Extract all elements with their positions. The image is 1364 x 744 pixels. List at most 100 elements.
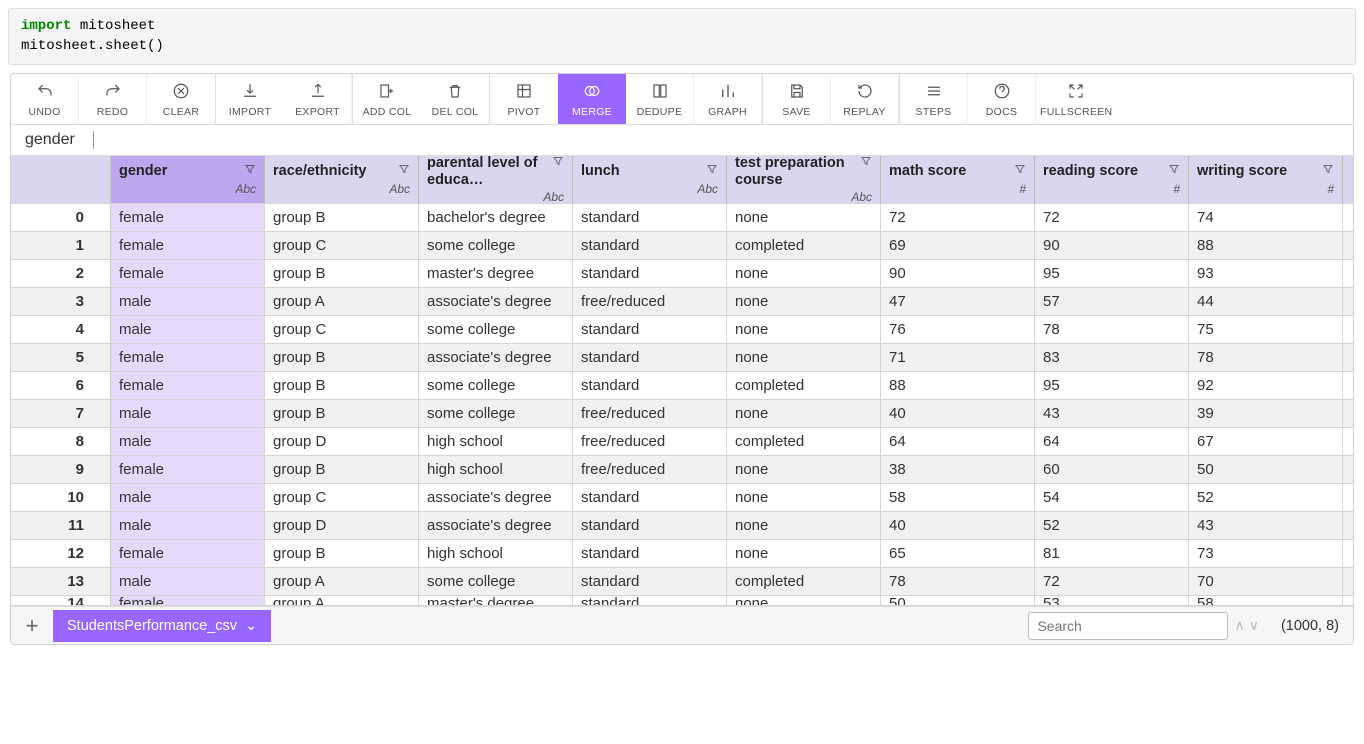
cell[interactable]: standard (573, 484, 727, 511)
undo-button[interactable]: UNDO (11, 74, 79, 124)
row-index[interactable]: 4 (11, 316, 111, 343)
search-prev-button[interactable]: ∧ (1234, 617, 1244, 634)
cell[interactable]: 44 (1189, 288, 1343, 315)
search-next-button[interactable]: ∨ (1249, 617, 1259, 634)
cell[interactable]: none (727, 596, 881, 605)
cell[interactable]: standard (573, 568, 727, 595)
cell[interactable]: associate's degree (419, 484, 573, 511)
cell[interactable]: 50 (1189, 456, 1343, 483)
filter-icon[interactable] (1322, 163, 1334, 175)
cell[interactable]: 83 (1035, 344, 1189, 371)
cell[interactable]: group C (265, 316, 419, 343)
cell[interactable]: high school (419, 540, 573, 567)
cell[interactable]: 93 (1189, 260, 1343, 287)
fullscreen-button[interactable]: FULLSCREEN (1036, 74, 1116, 124)
cell[interactable]: 43 (1035, 400, 1189, 427)
cell[interactable]: standard (573, 372, 727, 399)
cell[interactable]: group D (265, 512, 419, 539)
steps-button[interactable]: STEPS (900, 74, 968, 124)
row-index[interactable]: 13 (11, 568, 111, 595)
cell[interactable]: none (727, 456, 881, 483)
export-button[interactable]: EXPORT (284, 74, 352, 124)
merge-button[interactable]: MERGE (558, 74, 626, 124)
cell[interactable]: male (111, 484, 265, 511)
cell[interactable]: none (727, 484, 881, 511)
row-index[interactable]: 1 (11, 232, 111, 259)
cell[interactable]: 52 (1035, 512, 1189, 539)
filter-icon[interactable] (1168, 163, 1180, 175)
cell[interactable]: 64 (1035, 428, 1189, 455)
add-sheet-button[interactable]: + (11, 613, 53, 639)
cell[interactable]: none (727, 288, 881, 315)
cell[interactable]: 90 (1035, 232, 1189, 259)
cell[interactable]: group C (265, 232, 419, 259)
filter-icon[interactable] (398, 163, 410, 175)
cell[interactable]: standard (573, 596, 727, 605)
cell[interactable]: free/reduced (573, 400, 727, 427)
cell[interactable]: 38 (881, 456, 1035, 483)
cell[interactable]: some college (419, 372, 573, 399)
formula-input[interactable] (94, 132, 1339, 149)
cell[interactable]: 72 (1035, 568, 1189, 595)
cell[interactable]: group D (265, 428, 419, 455)
cell[interactable]: free/reduced (573, 428, 727, 455)
cell[interactable]: group A (265, 568, 419, 595)
cell[interactable]: group B (265, 204, 419, 231)
cell[interactable]: 76 (881, 316, 1035, 343)
cell[interactable]: 52 (1189, 484, 1343, 511)
cell[interactable]: none (727, 540, 881, 567)
row-index[interactable]: 6 (11, 372, 111, 399)
cell[interactable]: group B (265, 400, 419, 427)
formula-bar[interactable]: gender (11, 125, 1353, 156)
column-header[interactable]: lunchAbc (573, 156, 727, 203)
sheet-tab[interactable]: StudentsPerformance_csv ⌄ (53, 610, 271, 642)
cell[interactable]: 70 (1189, 568, 1343, 595)
cell[interactable]: 58 (1189, 596, 1343, 605)
docs-button[interactable]: DOCS (968, 74, 1036, 124)
cell[interactable]: female (111, 232, 265, 259)
column-header[interactable]: reading score# (1035, 156, 1189, 203)
row-index[interactable]: 11 (11, 512, 111, 539)
cell[interactable]: 73 (1189, 540, 1343, 567)
search-box[interactable] (1028, 612, 1228, 640)
cell[interactable]: 53 (1035, 596, 1189, 605)
cell[interactable]: standard (573, 232, 727, 259)
cell[interactable]: some college (419, 316, 573, 343)
row-index[interactable]: 10 (11, 484, 111, 511)
cell[interactable]: bachelor's degree (419, 204, 573, 231)
cell[interactable]: high school (419, 428, 573, 455)
cell[interactable]: 78 (1189, 344, 1343, 371)
cell[interactable]: group B (265, 372, 419, 399)
cell[interactable]: completed (727, 428, 881, 455)
cell[interactable]: 47 (881, 288, 1035, 315)
cell[interactable]: high school (419, 456, 573, 483)
cell[interactable]: some college (419, 568, 573, 595)
cell[interactable]: 58 (881, 484, 1035, 511)
cell[interactable]: master's degree (419, 596, 573, 605)
cell[interactable]: 64 (881, 428, 1035, 455)
cell[interactable]: 72 (881, 204, 1035, 231)
cell[interactable]: associate's degree (419, 288, 573, 315)
cell[interactable]: free/reduced (573, 288, 727, 315)
cell[interactable]: 65 (881, 540, 1035, 567)
cell[interactable]: associate's degree (419, 512, 573, 539)
column-header[interactable]: race/ethnicityAbc (265, 156, 419, 203)
cell[interactable]: male (111, 568, 265, 595)
column-header[interactable]: writing score# (1189, 156, 1343, 203)
cell[interactable]: 40 (881, 400, 1035, 427)
cell[interactable]: 54 (1035, 484, 1189, 511)
cell[interactable]: 95 (1035, 372, 1189, 399)
cell[interactable]: male (111, 428, 265, 455)
add-col-button[interactable]: ADD COL (353, 74, 421, 124)
cell[interactable]: female (111, 204, 265, 231)
graph-button[interactable]: GRAPH (694, 74, 762, 124)
cell[interactable]: standard (573, 344, 727, 371)
column-header[interactable]: genderAbc (111, 156, 265, 203)
cell[interactable]: 43 (1189, 512, 1343, 539)
row-index[interactable]: 14 (11, 596, 111, 605)
cell[interactable]: group B (265, 344, 419, 371)
redo-button[interactable]: REDO (79, 74, 147, 124)
dedupe-button[interactable]: DEDUPE (626, 74, 694, 124)
filter-icon[interactable] (244, 163, 256, 175)
cell[interactable]: group A (265, 288, 419, 315)
